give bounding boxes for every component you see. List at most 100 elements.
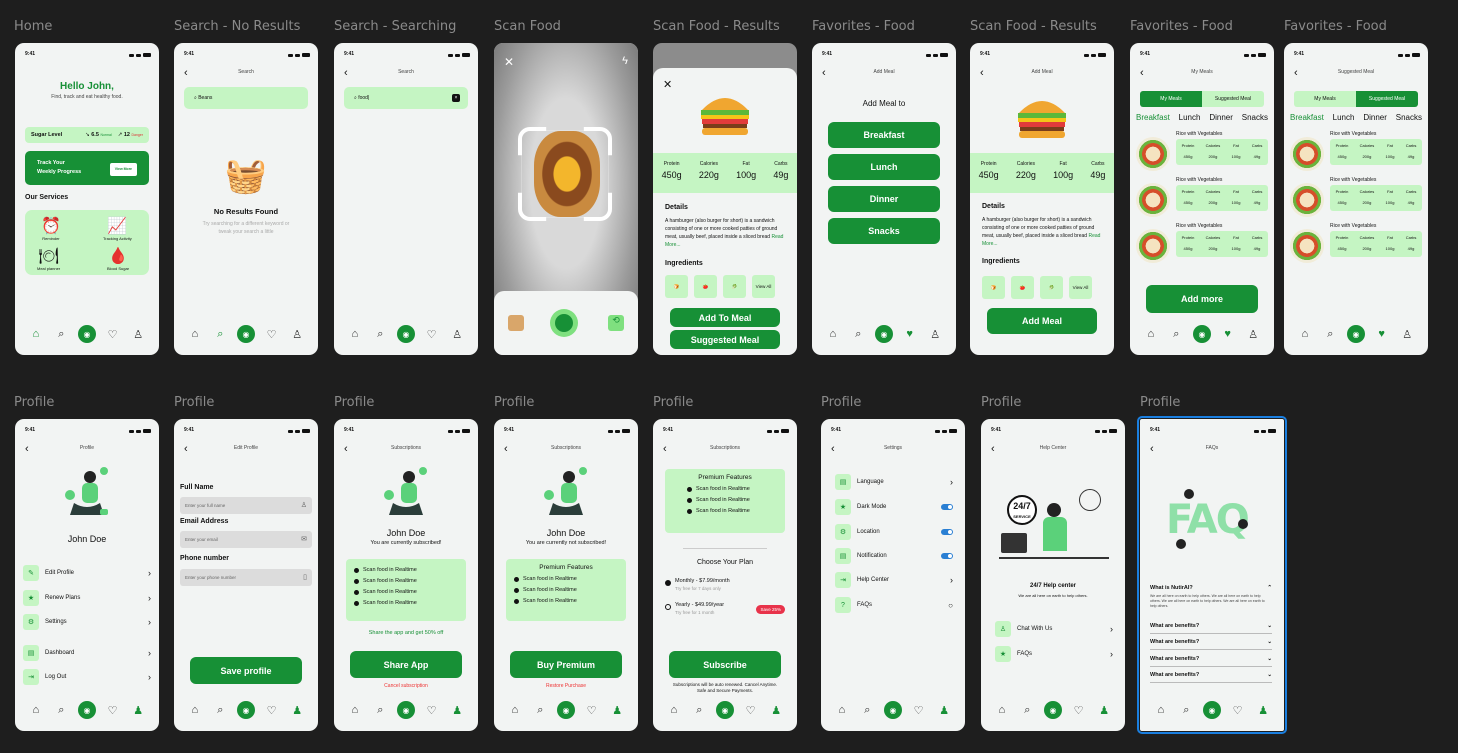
profile-icon[interactable]: ♟ [767,701,785,719]
gallery-thumbnail[interactable] [508,315,524,331]
service-tracking[interactable]: 📈 Tracking Activity [103,216,132,241]
notification-toggle[interactable] [941,553,953,559]
search-icon[interactable]: ⌕ [1167,325,1185,343]
view-more-button[interactable]: View More [109,163,137,176]
list-item[interactable]: Rice with Vegetables Protein 450g Calories 2… [1136,177,1268,219]
search-input[interactable]: ⌕ Beans [184,87,308,109]
search-icon[interactable]: ⌕ [1018,701,1036,719]
suggested-meal-button[interactable]: Suggested Meal [670,330,780,349]
service-reminder[interactable]: ⏰ Reminder [41,216,61,241]
search-icon[interactable]: ⌕ [849,325,867,343]
menu-settings[interactable]: ⚙ Settings › [23,613,151,631]
profile-icon[interactable]: ♟ [608,701,626,719]
faq-question[interactable]: What are benefits? ⌄ [1150,634,1272,650]
cancel-subscription-link[interactable]: Cancel subscription [334,683,478,689]
service-meal-planner[interactable]: 🍽 Meal planner [37,246,60,271]
setting-dark-mode[interactable]: ★ Dark Mode [835,498,953,516]
home-icon[interactable]: ⌂ [665,701,683,719]
faq-question[interactable]: What are benefits? ⌄ [1150,667,1272,683]
subscribe-button[interactable]: Subscribe [669,651,781,678]
home-icon[interactable]: ⌂ [346,701,364,719]
search-icon[interactable]: ⌕ [1321,325,1339,343]
snacks-button[interactable]: Snacks [828,218,940,244]
camera-icon[interactable]: ◉ [396,701,415,719]
heart-icon[interactable]: ♡ [263,701,281,719]
setting-location[interactable]: ⚙ Location [835,523,953,541]
heart-icon[interactable]: ♥ [1219,325,1237,343]
home-icon[interactable]: ⌂ [1152,701,1170,719]
faqs-screen[interactable]: 9:41 ‹ FAQs FAQ What is NutirAI? ⌃ We are … [1137,416,1287,734]
profile-icon[interactable]: ♟ [1254,701,1272,719]
profile-icon[interactable]: ♟ [288,701,306,719]
camera-icon[interactable]: ◉ [396,325,415,343]
close-icon[interactable]: ✕ [504,55,514,69]
home-icon[interactable]: ⌂ [824,325,842,343]
search-input[interactable]: ⌕ food| × [344,87,468,109]
switch-camera-icon[interactable]: ⟲ [608,315,624,331]
profile-icon[interactable]: ♙ [1244,325,1262,343]
sugar-level-card[interactable]: Sugar Level ↘ 6.5 Normal ↗ 12 Danger [25,127,149,143]
lunch-button[interactable]: Lunch [828,154,940,180]
profile-icon[interactable]: ♙ [129,325,147,343]
home-icon[interactable]: ⌂ [27,701,45,719]
search-icon[interactable]: ⌕ [371,325,389,343]
add-more-button[interactable]: Add more [1146,285,1258,313]
tab-my-meals[interactable]: My Meals [1140,91,1202,107]
home-icon[interactable]: ⌂ [1142,325,1160,343]
camera-icon[interactable]: ◉ [874,325,893,343]
profile-icon[interactable]: ♟ [129,701,147,719]
heart-icon[interactable]: ♡ [1229,701,1247,719]
camera-icon[interactable]: ◉ [77,325,96,343]
heart-icon[interactable]: ♡ [104,325,122,343]
search-icon[interactable]: ⌕ [371,701,389,719]
view-all-button[interactable]: View All [1069,276,1092,299]
email-field[interactable]: Enter your email ✉ [180,531,312,548]
camera-icon[interactable]: ◉ [556,701,575,719]
save-profile-button[interactable]: Save profile [190,657,302,684]
search-icon[interactable]: ⌕ [690,701,708,719]
camera-icon[interactable]: ◉ [236,701,255,719]
list-item[interactable]: Rice with Vegetables Protein 450g Calories 2… [1290,177,1422,219]
search-icon[interactable]: ⌕ [211,325,229,343]
close-icon[interactable]: ✕ [663,78,672,91]
home-icon[interactable]: ⌂ [993,701,1011,719]
faq-question[interactable]: What are benefits? ⌄ [1150,651,1272,667]
list-item[interactable]: Rice with Vegetables Protein 450g Calories 2… [1290,223,1422,265]
home-icon[interactable]: ⌂ [506,701,524,719]
profile-icon[interactable]: ♙ [1398,325,1416,343]
search-icon[interactable]: ⌕ [1177,701,1195,719]
heart-icon[interactable]: ♡ [910,701,928,719]
help-faqs[interactable]: ★ FAQs › [995,645,1113,663]
heart-icon[interactable]: ♡ [583,701,601,719]
menu-edit-profile[interactable]: ✎ Edit Profile › [23,564,151,582]
yearly-plan-option[interactable]: Yearly - $49.99/year Try free for 1 month [665,602,724,615]
home-icon[interactable]: ⌂ [186,325,204,343]
phone-field[interactable]: Enter your phone number ▯ [180,569,312,586]
camera-icon[interactable]: ◉ [1346,325,1365,343]
search-icon[interactable]: ⌕ [52,701,70,719]
faq-question[interactable]: What are benefits? ⌄ [1150,618,1272,634]
search-icon[interactable]: ⌕ [531,701,549,719]
profile-icon[interactable]: ♟ [1095,701,1113,719]
restore-purchase-link[interactable]: Restore Purchase [494,683,638,689]
full-name-field[interactable]: Enter your full name ♙ [180,497,312,514]
shutter-button[interactable] [550,309,578,337]
heart-icon[interactable]: ♡ [104,701,122,719]
camera-icon[interactable]: ◉ [236,325,255,343]
dark-mode-toggle[interactable] [941,504,953,510]
clear-icon[interactable]: × [452,94,460,102]
buy-premium-button[interactable]: Buy Premium [510,651,622,678]
search-icon[interactable]: ⌕ [858,701,876,719]
heart-icon[interactable]: ♡ [1070,701,1088,719]
heart-icon[interactable]: ♡ [263,325,281,343]
setting-help-center[interactable]: ⇥ Help Center › [835,571,953,589]
heart-icon[interactable]: ♥ [1373,325,1391,343]
profile-icon[interactable]: ♙ [926,325,944,343]
heart-icon[interactable]: ♡ [742,701,760,719]
service-blood-sugar[interactable]: 🩸 Blood Sugar [107,246,129,271]
list-item[interactable]: Rice with Vegetables Protein 450g Calories 2… [1290,131,1422,173]
tab-my-meals[interactable]: My Meals [1294,91,1356,107]
camera-icon[interactable]: ◉ [1043,701,1062,719]
list-item[interactable]: Rice with Vegetables Protein 450g Calories 2… [1136,131,1268,173]
camera-icon[interactable]: ◉ [1202,701,1221,719]
